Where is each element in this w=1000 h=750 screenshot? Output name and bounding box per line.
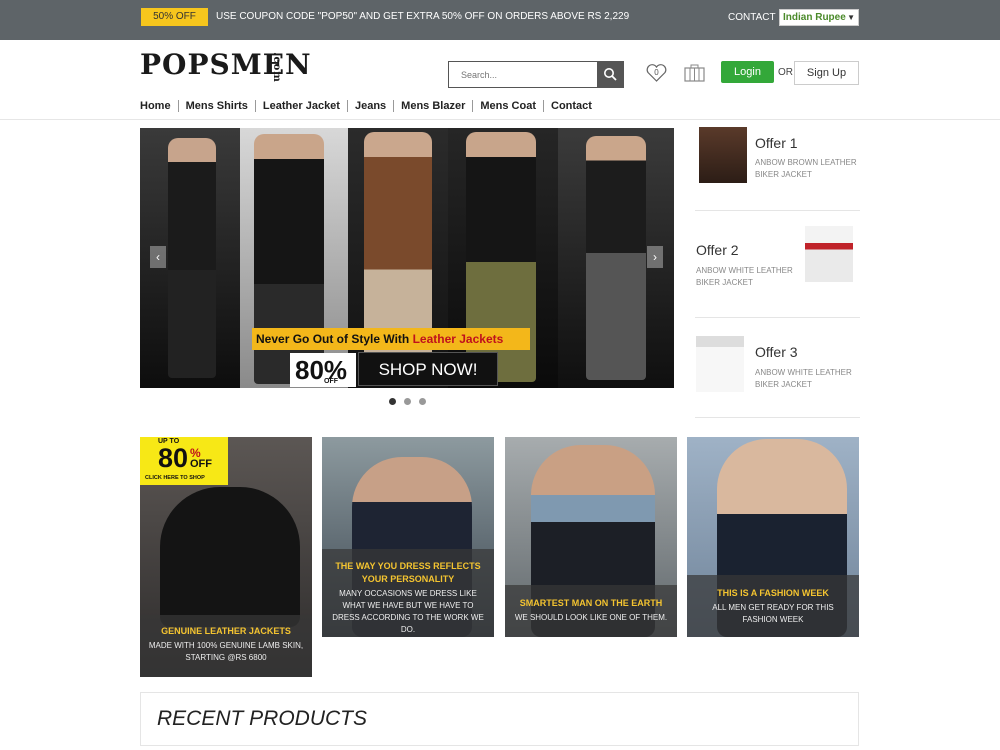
card-desc: ALL MEN GET READY FOR THIS FASHION WEEK — [712, 603, 834, 624]
category-card[interactable]: UP TO 80 % OFF CLICK HERE TO SHOP GENUIN… — [140, 437, 312, 677]
hero-discount-value: 80% — [295, 355, 348, 385]
offer-desc: ANBOW WHITE LEATHER BIKER JACKET — [755, 368, 852, 389]
cart-icon — [684, 64, 705, 82]
nav-item-home[interactable]: Home — [140, 100, 178, 112]
signup-button[interactable]: Sign Up — [794, 61, 859, 85]
offer-title: Offer 3 — [755, 344, 798, 360]
card-title: GENUINE LEATHER JACKETS — [161, 626, 291, 636]
hero-discount-sub: OFF — [324, 378, 338, 385]
nav-item-mens-shirts[interactable]: Mens Shirts — [177, 100, 255, 112]
offer-desc: ANBOW BROWN LEATHER BIKER JACKET — [755, 158, 857, 179]
recent-products-section: RECENT PRODUCTS — [140, 692, 859, 746]
tagline-text: Never Go Out of Style With — [256, 332, 413, 346]
offer-item[interactable]: Offer 1 ANBOW BROWN LEATHER BIKER JACKET — [695, 111, 860, 211]
discount-badge: 50% OFF — [141, 8, 208, 26]
search-box — [448, 61, 624, 88]
card-desc: MANY OCCASIONS WE DRESS LIKE WHAT WE HAV… — [332, 589, 484, 634]
contact-link[interactable]: CONTACT — [728, 12, 776, 23]
shop-now-button[interactable]: SHOP NOW! — [358, 352, 498, 386]
logo-text: POPSMEN — [140, 48, 312, 81]
promo-pct: 80 — [158, 443, 189, 473]
chevron-down-icon: ▼ — [847, 13, 855, 22]
card-title: THIS IS A FASHION WEEK — [717, 588, 829, 598]
slider-dot[interactable] — [389, 398, 396, 405]
cart-button[interactable] — [684, 64, 705, 82]
login-button[interactable]: Login — [721, 61, 774, 83]
nav-item-jeans[interactable]: Jeans — [346, 100, 393, 112]
hero-tagline: Never Go Out of Style With Leather Jacke… — [252, 328, 530, 350]
currency-value: Indian Rupee — [783, 12, 846, 23]
or-label: OR — [778, 67, 793, 78]
offer-image — [699, 127, 747, 183]
tagline-highlight: Leather Jackets — [412, 332, 504, 346]
card-title: SMARTEST MAN ON THE EARTH — [519, 598, 663, 608]
offer-title: Offer 2 — [696, 242, 739, 258]
nav-item-mens-blazer[interactable]: Mens Blazer — [393, 100, 472, 112]
chevron-left-icon: ‹ — [156, 250, 160, 264]
category-card[interactable]: THIS IS A FASHION WEEK ALL MEN GET READY… — [687, 437, 859, 637]
site-logo[interactable]: POPSMEN .com — [140, 50, 312, 84]
slider-dots — [389, 398, 426, 405]
search-input[interactable] — [449, 62, 597, 87]
card-overlay: SMARTEST MAN ON THE EARTH WE SHOULD LOOK… — [505, 585, 677, 637]
offer-image — [696, 336, 744, 392]
model-figure — [586, 136, 646, 380]
wishlist-count: 0 — [654, 68, 659, 77]
main-nav: Home Mens Shirts Leather Jacket Jeans Me… — [140, 100, 599, 112]
card-title: THE WAY YOU DRESS REFLECTS YOUR PERSONAL… — [335, 561, 481, 584]
card-photo — [160, 487, 300, 627]
currency-select[interactable]: Indian Rupee ▼ — [779, 9, 859, 26]
chevron-right-icon: › — [653, 250, 657, 264]
nav-item-mens-coat[interactable]: Mens Coat — [472, 100, 543, 112]
coupon-message: USE COUPON CODE "POP50" AND GET EXTRA 50… — [216, 11, 630, 22]
offer-desc: ANBOW WHITE LEATHER BIKER JACKET — [696, 266, 793, 287]
card-overlay: THE WAY YOU DRESS REFLECTS YOUR PERSONAL… — [322, 549, 494, 637]
offer-title: Offer 1 — [755, 135, 798, 151]
nav-item-leather-jacket[interactable]: Leather Jacket — [254, 100, 347, 112]
nav-item-contact[interactable]: Contact — [543, 100, 599, 112]
card-overlay: THIS IS A FASHION WEEK ALL MEN GET READY… — [687, 575, 859, 637]
slider-next-button[interactable]: › — [647, 246, 663, 268]
offer-image — [805, 226, 853, 282]
top-bar: 50% OFF USE COUPON CODE "POP50" AND GET … — [0, 0, 1000, 40]
slider-dot[interactable] — [404, 398, 411, 405]
card-desc: MADE WITH 100% GENUINE LAMB SKIN, STARTI… — [148, 641, 304, 662]
offer-item[interactable]: Offer 2 ANBOW WHITE LEATHER BIKER JACKET — [695, 218, 860, 318]
promo-click: CLICK HERE TO SHOP — [145, 475, 205, 481]
slider-prev-button[interactable]: ‹ — [150, 246, 166, 268]
model-figure — [168, 138, 216, 378]
slider-dot[interactable] — [419, 398, 426, 405]
search-icon — [604, 68, 617, 81]
section-title: RECENT PRODUCTS — [157, 707, 368, 730]
card-desc: WE SHOULD LOOK LIKE ONE OF THEM. — [514, 613, 668, 622]
search-button[interactable] — [597, 62, 623, 87]
category-card[interactable]: THE WAY YOU DRESS REFLECTS YOUR PERSONAL… — [322, 437, 494, 637]
promo-off: OFF — [190, 458, 212, 470]
promo-sticker[interactable]: UP TO 80 % OFF CLICK HERE TO SHOP — [140, 437, 228, 485]
category-card[interactable]: SMARTEST MAN ON THE EARTH WE SHOULD LOOK… — [505, 437, 677, 637]
hero-slider[interactable]: ‹ › Never Go Out of Style With Leather J… — [140, 128, 674, 388]
offer-item[interactable]: Offer 3 ANBOW WHITE LEATHER BIKER JACKET — [695, 318, 860, 418]
card-overlay: GENUINE LEATHER JACKETS MADE WITH 100% G… — [140, 615, 312, 677]
hero-discount: 80% OFF — [290, 353, 356, 387]
logo-domain: .com — [271, 52, 282, 83]
wishlist-button[interactable]: 0 — [646, 63, 667, 83]
